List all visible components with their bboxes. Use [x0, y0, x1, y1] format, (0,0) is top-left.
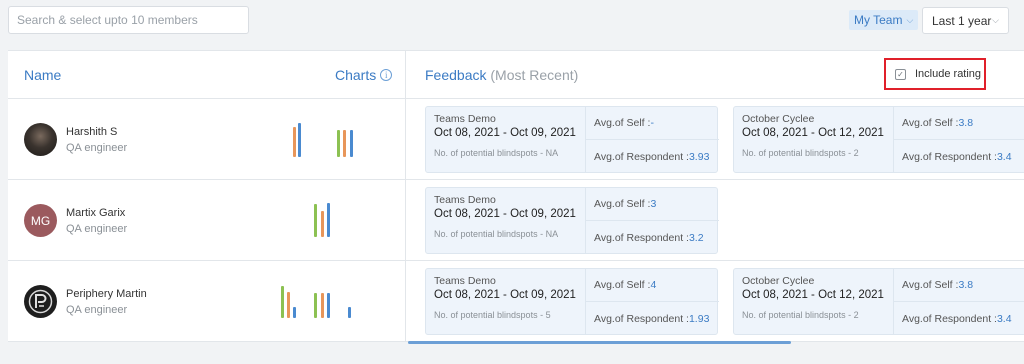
- respondent-avg-value: 1.93: [688, 313, 710, 325]
- feedback-row: Teams Demo Oct 08, 2021 - Oct 09, 2021 N…: [406, 99, 1024, 180]
- member-chart: [8, 180, 406, 261]
- feedback-header-subtitle: (Most Recent): [490, 67, 579, 83]
- feedback-card[interactable]: Teams Demo Oct 08, 2021 - Oct 09, 2021 N…: [425, 187, 719, 254]
- chart-bar: [327, 293, 330, 318]
- chart-bar: [343, 130, 346, 157]
- chevron-down-icon: ⌵: [906, 14, 914, 25]
- feedback-column-header: Feedback (Most Recent): [425, 67, 578, 83]
- cycle-dates: Oct 08, 2021 - Oct 09, 2021: [434, 289, 576, 301]
- respondent-avg-value: 3.4: [996, 313, 1012, 325]
- self-avg-value: 3.8: [958, 279, 974, 291]
- chart-bar: [350, 130, 353, 157]
- team-filter-label: My Team: [854, 13, 903, 27]
- respondent-avg-value: 3.93: [688, 151, 710, 163]
- self-avg-label: Avg.of Self :: [902, 117, 959, 129]
- blindspots-count: No. of potential blindspots - 5: [434, 310, 551, 320]
- period-filter-label: Last 1 year: [932, 13, 992, 28]
- feedback-card[interactable]: October Cyclee Oct 08, 2021 - Oct 12, 20…: [733, 106, 1024, 173]
- respondent-avg-label: Avg.of Respondent :: [594, 151, 689, 163]
- chart-bar: [314, 204, 317, 237]
- respondent-avg-label: Avg.of Respondent :: [902, 313, 997, 325]
- cycle-title: Teams Demo: [434, 275, 496, 287]
- cycle-title: Teams Demo: [434, 194, 496, 206]
- self-avg-value: 3.8: [958, 117, 974, 129]
- team-filter-dropdown[interactable]: My Team ⌵: [849, 10, 919, 30]
- blindspots-count: No. of potential blindspots - NA: [434, 148, 559, 158]
- chart-bar: [287, 292, 290, 318]
- member-chart: [8, 261, 406, 342]
- self-avg-value: 3: [650, 198, 657, 210]
- period-filter-dropdown[interactable]: Last 1 year ⌵: [922, 7, 1009, 34]
- chart-bar: [321, 211, 324, 237]
- charts-column-header: Charts i: [335, 67, 393, 83]
- feedback-card[interactable]: October Cyclee Oct 08, 2021 - Oct 12, 20…: [733, 268, 1024, 335]
- chart-bar: [337, 130, 340, 157]
- self-avg-label: Avg.of Self :: [594, 198, 651, 210]
- respondent-avg-value: 3.4: [996, 151, 1012, 163]
- include-rating-label: Include rating: [915, 68, 982, 80]
- cycle-dates: Oct 08, 2021 - Oct 12, 2021: [742, 127, 884, 139]
- charts-header-label: Charts: [335, 67, 377, 83]
- info-icon[interactable]: i: [380, 69, 393, 81]
- self-avg-label: Avg.of Self :: [902, 279, 959, 291]
- self-avg-value: 4: [650, 279, 657, 291]
- chevron-down-icon: ⌵: [992, 15, 999, 25]
- feedback-card[interactable]: Teams Demo Oct 08, 2021 - Oct 09, 2021 N…: [425, 106, 719, 173]
- chart-bar: [293, 127, 296, 157]
- feedback-row: Teams Demo Oct 08, 2021 - Oct 09, 2021 N…: [406, 261, 1024, 342]
- table-header: Name Charts i Feedback (Most Recent) ✓ I…: [8, 51, 1024, 99]
- cycle-dates: Oct 08, 2021 - Oct 09, 2021: [434, 127, 576, 139]
- chart-bar: [314, 293, 317, 318]
- self-avg-value: -: [650, 117, 654, 129]
- member-row[interactable]: MG Martix Garix QA engineer: [8, 180, 406, 261]
- member-search-input[interactable]: [8, 6, 249, 34]
- member-row[interactable]: Harshith S QA engineer: [8, 99, 406, 180]
- member-chart: [8, 99, 406, 180]
- blindspots-count: No. of potential blindspots - NA: [434, 229, 559, 239]
- blindspots-count: No. of potential blindspots - 2: [742, 148, 859, 158]
- cycle-dates: Oct 08, 2021 - Oct 12, 2021: [742, 289, 884, 301]
- self-avg-label: Avg.of Self :: [594, 279, 651, 291]
- chart-bar: [327, 203, 330, 237]
- cycle-title: Teams Demo: [434, 113, 496, 125]
- member-row[interactable]: Periphery Martin QA engineer: [8, 261, 406, 342]
- chart-bar: [293, 307, 296, 318]
- cycle-dates: Oct 08, 2021 - Oct 09, 2021: [434, 208, 576, 220]
- chart-bar: [281, 286, 284, 318]
- chart-bar: [298, 123, 301, 157]
- blindspots-count: No. of potential blindspots - 2: [742, 310, 859, 320]
- respondent-avg-value: 3.2: [688, 232, 704, 244]
- checkbox-icon[interactable]: ✓: [895, 68, 906, 80]
- cycle-title: October Cyclee: [742, 275, 815, 287]
- feedback-panel: Name Charts i Feedback (Most Recent) ✓ I…: [8, 50, 1024, 342]
- respondent-avg-label: Avg.of Respondent :: [594, 313, 689, 325]
- cycle-title: October Cyclee: [742, 113, 815, 125]
- respondent-avg-label: Avg.of Respondent :: [594, 232, 689, 244]
- horizontal-scrollbar[interactable]: [408, 341, 791, 344]
- feedback-card[interactable]: Teams Demo Oct 08, 2021 - Oct 09, 2021 N…: [425, 268, 719, 335]
- self-avg-label: Avg.of Self :: [594, 117, 651, 129]
- respondent-avg-label: Avg.of Respondent :: [902, 151, 997, 163]
- include-rating-toggle[interactable]: ✓ Include rating: [884, 58, 986, 90]
- feedback-header-label: Feedback: [425, 67, 487, 83]
- chart-bar: [348, 307, 351, 318]
- chart-bar: [321, 293, 324, 318]
- name-column-header[interactable]: Name: [24, 67, 61, 83]
- feedback-row: Teams Demo Oct 08, 2021 - Oct 09, 2021 N…: [406, 180, 1024, 261]
